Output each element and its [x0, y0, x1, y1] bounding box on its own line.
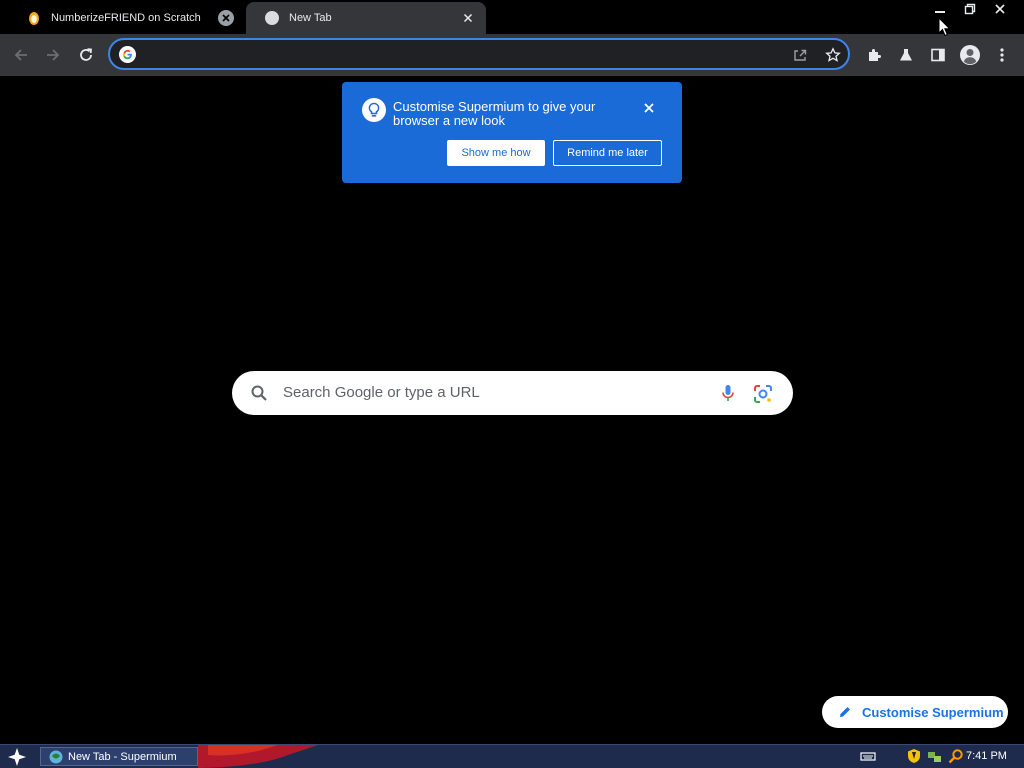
- system-tray: [860, 748, 964, 764]
- google-g-icon: [119, 46, 136, 63]
- keyboard-icon[interactable]: [860, 748, 876, 764]
- promo-text: Customise Supermium to give your browser…: [393, 99, 596, 128]
- browser-app-icon: [49, 750, 63, 764]
- taskbar-item-label: New Tab - Supermium: [68, 750, 177, 763]
- menu-icon[interactable]: [990, 43, 1014, 67]
- profile-icon[interactable]: [958, 43, 982, 67]
- customise-promo-bubble: Customise Supermium to give your browser…: [342, 82, 682, 183]
- lightbulb-icon: [362, 98, 386, 122]
- window-controls: [928, 0, 1012, 18]
- tab-title: NumberizeFRIEND on Scratch: [51, 12, 201, 24]
- minimize-icon[interactable]: [928, 0, 952, 18]
- remind-me-later-button[interactable]: Remind me later: [553, 140, 662, 166]
- customise-supermium-button[interactable]: Customise Supermium: [822, 696, 1008, 728]
- microphone-icon[interactable]: [718, 383, 738, 403]
- restore-icon[interactable]: [958, 0, 982, 18]
- tab-new-tab[interactable]: New Tab: [246, 2, 486, 34]
- start-star-icon[interactable]: [6, 746, 28, 768]
- search-placeholder: Search Google or type a URL: [283, 384, 480, 401]
- clock: 7:41 PM: [966, 750, 1007, 762]
- address-bar[interactable]: [108, 38, 850, 70]
- side-panel-icon[interactable]: [926, 43, 950, 67]
- ntp-search-box[interactable]: Search Google or type a URL: [232, 371, 793, 415]
- globe-icon: [264, 10, 280, 26]
- mouse-cursor-icon: [938, 17, 951, 37]
- browser-toolbar: [0, 34, 1024, 76]
- extensions-icon[interactable]: [862, 43, 886, 67]
- address-input[interactable]: [146, 44, 750, 66]
- pencil-icon: [838, 705, 852, 719]
- taskbar: New Tab - Supermium 7:41 PM: [0, 744, 1024, 768]
- show-me-how-button[interactable]: Show me how: [447, 140, 545, 166]
- bookmark-star-icon[interactable]: [823, 45, 843, 65]
- labs-flask-icon[interactable]: [894, 43, 918, 67]
- close-icon[interactable]: [641, 100, 657, 116]
- forward-icon[interactable]: [41, 43, 65, 67]
- search-icon: [250, 384, 268, 402]
- tab-title: New Tab: [289, 12, 332, 24]
- share-icon[interactable]: [790, 45, 810, 65]
- tab-close-icon[interactable]: [218, 10, 234, 26]
- magnifier-icon[interactable]: [948, 748, 964, 764]
- shield-icon[interactable]: [906, 748, 922, 764]
- tab-scratch[interactable]: NumberizeFRIEND on Scratch: [8, 2, 244, 34]
- google-lens-icon[interactable]: [752, 383, 774, 405]
- tab-close-icon[interactable]: [460, 10, 476, 26]
- back-icon[interactable]: [9, 43, 33, 67]
- tab-strip: NumberizeFRIEND on Scratch New Tab: [0, 0, 1024, 34]
- customise-label: Customise Supermium: [862, 704, 1004, 720]
- close-window-icon[interactable]: [988, 0, 1012, 18]
- scratch-cat-icon: [26, 10, 42, 26]
- taskbar-item-browser[interactable]: New Tab - Supermium: [40, 747, 198, 766]
- network-icon[interactable]: [927, 748, 943, 764]
- reload-icon[interactable]: [74, 43, 98, 67]
- flag-decoration: [198, 745, 318, 768]
